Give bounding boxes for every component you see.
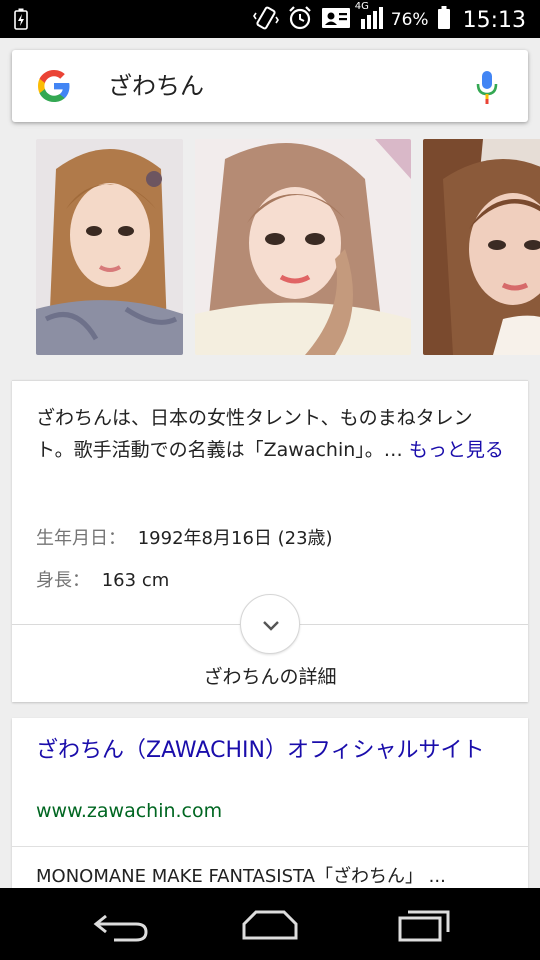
details-link[interactable]: ざわちんの詳細 bbox=[12, 662, 528, 689]
fact-label: 生年月日： bbox=[36, 528, 126, 549]
battery-percent: 76% bbox=[390, 10, 429, 30]
battery-icon bbox=[437, 6, 451, 34]
fact-height: 身長： 163 cm bbox=[36, 566, 169, 592]
description-text: ざわちんは、日本の女性タレント、ものまねタレント。歌手活動での名義は「Zawac… bbox=[36, 407, 473, 461]
home-button[interactable] bbox=[235, 904, 305, 944]
image-1[interactable] bbox=[36, 139, 183, 355]
back-icon bbox=[93, 914, 148, 942]
recents-button[interactable] bbox=[392, 904, 462, 944]
status-bar: 4G 76% 15:13 bbox=[0, 0, 540, 38]
search-input[interactable]: ざわちん bbox=[108, 68, 204, 104]
card-top-border bbox=[12, 380, 528, 381]
image-3[interactable] bbox=[423, 139, 540, 355]
signal-icon: 4G bbox=[355, 1, 383, 35]
google-logo-icon bbox=[36, 68, 72, 104]
network-type: 4G bbox=[354, 1, 369, 12]
result-snippet: MONOMANE MAKE FANTASISTA「ざわちん」 ... bbox=[36, 866, 446, 887]
contact-card-icon bbox=[321, 6, 351, 34]
clock: 15:13 bbox=[462, 7, 526, 33]
battery-charging-icon bbox=[14, 8, 28, 34]
vibrate-icon bbox=[252, 5, 279, 35]
more-link[interactable]: もっと見る bbox=[409, 439, 504, 461]
description: ざわちんは、日本の女性タレント、ものまねタレント。歌手活動での名義は「Zawac… bbox=[36, 402, 508, 466]
search-result: ざわちん（ZAWACHIN）オフィシャルサイト www.zawachin.com… bbox=[12, 718, 528, 898]
image-carousel[interactable] bbox=[0, 130, 540, 380]
result-title-link[interactable]: ざわちん（ZAWACHIN）オフィシャルサイト bbox=[36, 736, 508, 766]
fact-label: 身長： bbox=[36, 570, 90, 591]
fact-value: 163 cm bbox=[101, 570, 170, 591]
fact-value: 1992年8月16日 (23歳) bbox=[137, 528, 333, 549]
microphone-icon[interactable] bbox=[476, 70, 498, 104]
result-url: www.zawachin.com bbox=[36, 800, 223, 822]
knowledge-panel: ざわちんは、日本の女性タレント、ものまねタレント。歌手活動での名義は「Zawac… bbox=[12, 380, 528, 702]
chevron-down-icon bbox=[263, 621, 279, 631]
home-icon bbox=[242, 910, 298, 940]
alarm-icon bbox=[287, 5, 313, 35]
back-button[interactable] bbox=[86, 904, 156, 944]
expand-button[interactable] bbox=[240, 594, 300, 654]
recents-icon bbox=[398, 910, 450, 942]
divider bbox=[12, 846, 528, 847]
search-bar[interactable]: ざわちん bbox=[12, 50, 528, 122]
image-2[interactable] bbox=[195, 139, 411, 355]
navigation-bar bbox=[0, 888, 540, 960]
fact-birthdate: 生年月日： 1992年8月16日 (23歳) bbox=[36, 524, 333, 550]
